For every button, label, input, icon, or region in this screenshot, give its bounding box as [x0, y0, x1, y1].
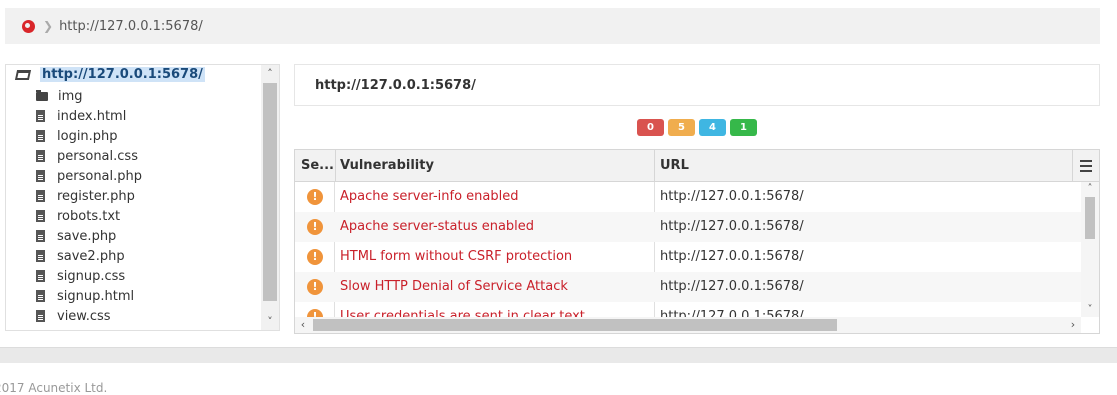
tree-item-label: login.php — [57, 128, 118, 144]
footer-copyright: 2017 Acunetix Ltd. — [0, 381, 108, 395]
scroll-left-icon[interactable]: ‹ — [295, 317, 311, 333]
vulnerability-name[interactable]: Apache server-status enabled — [340, 212, 534, 242]
vulnerability-url: http://127.0.0.1:5678/ — [660, 189, 804, 204]
scroll-down-icon[interactable]: ˅ — [261, 313, 279, 330]
tree-item[interactable]: index.html — [36, 106, 126, 126]
tree-item[interactable]: signup.css — [36, 266, 125, 286]
column-header-vulnerability[interactable]: Vulnerability — [334, 150, 655, 182]
file-icon — [36, 230, 45, 242]
tree-item[interactable]: robots.txt — [36, 206, 120, 226]
breadcrumb: ❯ http://127.0.0.1:5678/ — [5, 8, 1100, 44]
table-row[interactable]: ! HTML form without CSRF protection http:/… — [295, 242, 1081, 272]
file-icon — [36, 310, 45, 322]
globe-icon[interactable] — [22, 19, 35, 33]
high-severity-count[interactable]: 0 — [637, 119, 664, 136]
vulnerabilities-table: Se... Vulnerability URL ! Apache server-i… — [294, 149, 1100, 334]
table-vertical-scrollbar[interactable]: ˄ ˅ — [1081, 182, 1099, 317]
file-icon — [36, 130, 45, 142]
tree-item[interactable]: save2.php — [36, 246, 125, 266]
file-icon — [36, 170, 45, 182]
table-hscroll-thumb[interactable] — [313, 319, 837, 331]
warning-icon: ! — [307, 249, 323, 265]
vulnerability-url: http://127.0.0.1:5678/ — [660, 219, 804, 234]
medium-severity-count[interactable]: 5 — [668, 119, 695, 136]
warning-icon: ! — [307, 189, 323, 205]
tree-item[interactable]: view.css — [36, 306, 111, 326]
vulnerability-name[interactable]: Slow HTTP Denial of Service Attack — [340, 272, 568, 302]
table-row[interactable]: ! User credentials are sent in clear text… — [295, 302, 1081, 317]
vulnerability-name[interactable]: User credentials are sent in clear text — [340, 302, 585, 317]
table-vscroll-thumb[interactable] — [1085, 197, 1095, 239]
column-header-severity[interactable]: Se... — [295, 150, 336, 182]
file-icon — [36, 150, 45, 162]
chevron-right-icon: ❯ — [43, 19, 54, 33]
file-icon — [36, 270, 45, 282]
column-menu-icon[interactable] — [1072, 150, 1099, 182]
vulnerability-url: http://127.0.0.1:5678/ — [660, 279, 804, 294]
warning-icon: ! — [307, 219, 323, 235]
tree-item-label: view.css — [57, 308, 111, 324]
info-severity-count[interactable]: 1 — [730, 119, 757, 136]
table-body: ! Apache server-info enabled http://127.0.… — [295, 182, 1081, 317]
breadcrumb-url[interactable]: http://127.0.0.1:5678/ — [59, 19, 203, 34]
target-title: http://127.0.0.1:5678/ — [315, 77, 476, 93]
file-icon — [36, 210, 45, 222]
file-icon — [36, 250, 45, 262]
tree-scrollbar-thumb[interactable] — [263, 83, 277, 301]
tree-item-label: personal.php — [57, 168, 143, 184]
scroll-right-icon[interactable]: › — [1065, 317, 1081, 333]
tree-item[interactable]: register.php — [36, 186, 135, 206]
tree-item-label: personal.css — [57, 148, 138, 164]
site-tree-list: http://127.0.0.1:5678/ img index.html logi… — [6, 65, 261, 330]
tree-item[interactable]: save.php — [36, 226, 116, 246]
file-icon — [36, 110, 45, 122]
tree-item[interactable]: personal.css — [36, 146, 138, 166]
warning-icon: ! — [307, 279, 323, 295]
tree-item-label: register.php — [57, 188, 135, 204]
tree-scrollbar[interactable]: ˄ ˅ — [261, 65, 279, 330]
tree-item-label: save2.php — [57, 248, 125, 264]
footer-band — [0, 347, 1117, 363]
vulnerability-url: http://127.0.0.1:5678/ — [660, 309, 804, 317]
folder-icon — [36, 89, 48, 101]
tree-item-label: robots.txt — [57, 208, 121, 224]
tree-item[interactable]: signup.html — [36, 286, 134, 306]
low-severity-count[interactable]: 4 — [699, 119, 726, 136]
tree-item[interactable]: personal.php — [36, 166, 142, 186]
tree-root-item[interactable]: http://127.0.0.1:5678/ — [14, 67, 205, 82]
target-header: http://127.0.0.1:5678/ — [294, 64, 1100, 106]
tree-item-label: signup.html — [57, 288, 135, 304]
tree-item-label: signup.css — [57, 268, 126, 284]
scroll-up-icon[interactable]: ˄ — [1081, 182, 1099, 196]
severity-badges: 0541 — [637, 119, 757, 136]
file-icon — [36, 290, 45, 302]
table-row[interactable]: ! Apache server-info enabled http://127.0.… — [295, 182, 1081, 212]
warning-icon: ! — [307, 309, 323, 317]
table-row[interactable]: ! Apache server-status enabled http://127.… — [295, 212, 1081, 242]
folder-open-icon — [14, 69, 32, 80]
vulnerability-name[interactable]: Apache server-info enabled — [340, 182, 518, 212]
table-header: Se... Vulnerability URL — [295, 150, 1099, 182]
tree-item[interactable]: img — [36, 86, 83, 106]
scroll-up-icon[interactable]: ˄ — [261, 65, 279, 82]
file-icon — [36, 190, 45, 202]
tree-item-label: img — [58, 88, 83, 104]
site-tree: http://127.0.0.1:5678/ img index.html logi… — [5, 64, 280, 331]
scroll-down-icon[interactable]: ˅ — [1081, 303, 1099, 317]
table-row[interactable]: ! Slow HTTP Denial of Service Attack http:… — [295, 272, 1081, 302]
table-horizontal-scrollbar[interactable]: ‹ › — [295, 317, 1081, 333]
tree-item[interactable]: login.php — [36, 126, 118, 146]
vulnerability-name[interactable]: HTML form without CSRF protection — [340, 242, 572, 272]
tree-item-label: index.html — [57, 108, 127, 124]
vulnerability-url: http://127.0.0.1:5678/ — [660, 249, 804, 264]
column-header-url[interactable]: URL — [654, 150, 1074, 182]
tree-item-label: save.php — [57, 228, 117, 244]
tree-root-label: http://127.0.0.1:5678/ — [40, 67, 205, 82]
